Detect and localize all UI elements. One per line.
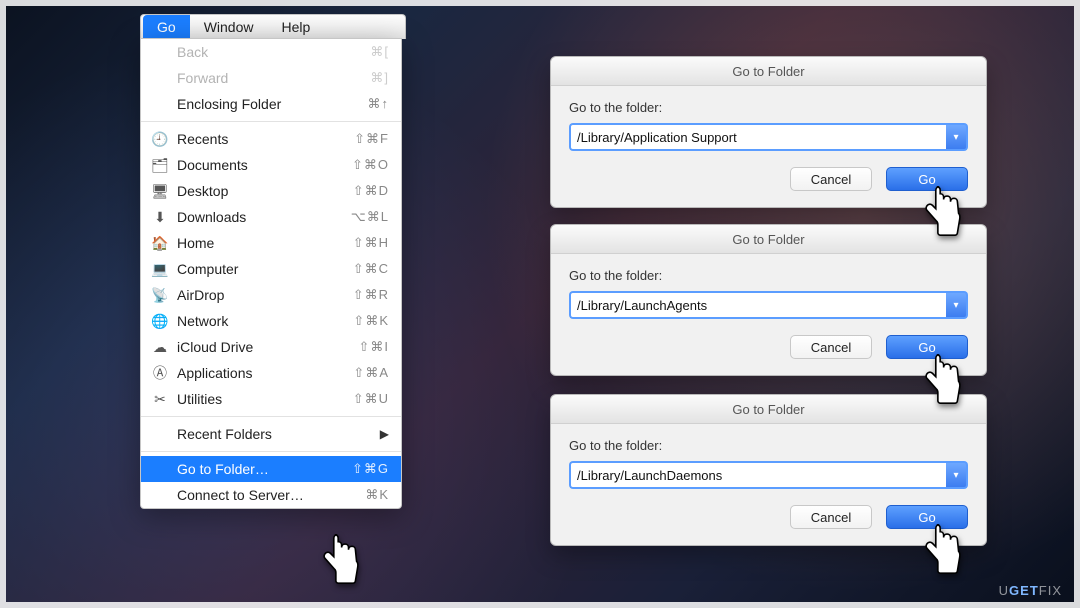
go-button[interactable]: Go — [886, 167, 968, 191]
applications-icon: Ⓐ — [151, 363, 169, 383]
folder-path-input[interactable] — [569, 123, 946, 151]
menu-item-home[interactable]: 🏠 Home⇧⌘H — [141, 230, 401, 256]
menu-shortcut: ⇧⌘I — [358, 339, 389, 355]
menu-shortcut: ⇧⌘U — [353, 391, 389, 407]
menu-item-icloud-drive[interactable]: ☁︎ iCloud Drive⇧⌘I — [141, 334, 401, 360]
menu-item-label: Home — [177, 235, 353, 251]
menubar-go[interactable]: Go — [143, 15, 190, 39]
dialog-prompt: Go to the folder: — [569, 100, 968, 115]
go-to-folder-dialog-3: Go to Folder Go to the folder: ▾ Cancel Go — [550, 394, 987, 546]
utilities-icon: ✂︎ — [151, 391, 169, 408]
dropdown-toggle-icon[interactable]: ▾ — [946, 461, 968, 489]
menu-item-utilities[interactable]: ✂︎ Utilities⇧⌘U — [141, 386, 401, 412]
menu-item-label: AirDrop — [177, 287, 353, 303]
menubar: Go Window Help — [140, 14, 406, 39]
menu-item-label: Back — [177, 44, 370, 60]
go-to-folder-dialog-2: Go to Folder Go to the folder: ▾ Cancel Go — [550, 224, 987, 376]
cancel-button[interactable]: Cancel — [790, 335, 872, 359]
menu-shortcut: ⇧⌘C — [353, 261, 389, 277]
menu-shortcut: ⇧⌘A — [353, 365, 389, 381]
menu-item-label: Downloads — [177, 209, 351, 225]
folder-path-input[interactable] — [569, 291, 946, 319]
menu-item-desktop[interactable]: 🖥 Desktop⇧⌘D — [141, 178, 401, 204]
menu-item-label: Network — [177, 313, 353, 329]
menu-item-go-to-folder[interactable]: Go to Folder…⇧⌘G — [141, 456, 401, 482]
dialog-title: Go to Folder — [551, 57, 986, 86]
go-button[interactable]: Go — [886, 335, 968, 359]
menu-shortcut: ⇧⌘G — [352, 461, 389, 477]
menu-item-connect-to-server[interactable]: Connect to Server…⌘K — [141, 482, 401, 508]
home-icon: 🏠 — [151, 235, 169, 252]
menu-shortcut: ⇧⌘F — [354, 131, 389, 147]
icloud-icon: ☁︎ — [151, 339, 169, 356]
menu-shortcut: ⇧⌘K — [353, 313, 389, 329]
menu-item-enclosing-folder[interactable]: Enclosing Folder⌘↑ — [141, 91, 401, 117]
go-to-folder-dialog-1: Go to Folder Go to the folder: ▾ Cancel Go — [550, 56, 987, 208]
menu-item-label: Forward — [177, 70, 370, 86]
menu-shortcut: ⇧⌘R — [353, 287, 389, 303]
menu-item-label: Desktop — [177, 183, 353, 199]
go-button[interactable]: Go — [886, 505, 968, 529]
menu-separator — [141, 416, 401, 417]
menu-item-documents[interactable]: 🗂 Documents⇧⌘O — [141, 152, 401, 178]
menu-shortcut: ⌘↑ — [368, 96, 390, 112]
menubar-help[interactable]: Help — [267, 15, 324, 39]
menu-separator — [141, 451, 401, 452]
menu-item-label: Go to Folder… — [177, 461, 352, 477]
menu-item-network[interactable]: 🌐 Network⇧⌘K — [141, 308, 401, 334]
menu-item-label: Recent Folders — [177, 426, 380, 442]
dialog-prompt: Go to the folder: — [569, 268, 968, 283]
cancel-button[interactable]: Cancel — [790, 505, 872, 529]
menu-item-label: Enclosing Folder — [177, 96, 368, 112]
menu-item-label: iCloud Drive — [177, 339, 358, 355]
dropdown-toggle-icon[interactable]: ▾ — [946, 291, 968, 319]
menu-item-label: Utilities — [177, 391, 353, 407]
menu-item-applications[interactable]: Ⓐ Applications⇧⌘A — [141, 360, 401, 386]
computer-icon: 💻 — [151, 261, 169, 278]
clock-icon: 🕘 — [151, 131, 169, 148]
menu-item-label: Applications — [177, 365, 353, 381]
go-menu-dropdown: Back⌘[Forward⌘]Enclosing Folder⌘↑🕘Recent… — [140, 38, 402, 509]
menu-item-computer[interactable]: 💻 Computer⇧⌘C — [141, 256, 401, 282]
menu-shortcut: ⇧⌘O — [352, 157, 389, 173]
menu-shortcut: ⌘K — [365, 487, 389, 503]
dialog-title: Go to Folder — [551, 225, 986, 254]
menu-item-label: Recents — [177, 131, 354, 147]
menu-item-label: Computer — [177, 261, 353, 277]
menu-item-recent-folders[interactable]: Recent Folders▶ — [141, 421, 401, 447]
documents-icon: 🗂 — [151, 157, 169, 174]
menu-shortcut: ⇧⌘D — [353, 183, 389, 199]
menu-shortcut: ⌥⌘L — [351, 209, 389, 225]
menu-item-label: Connect to Server… — [177, 487, 365, 503]
menu-shortcut: ⇧⌘H — [353, 235, 389, 251]
menu-item-back: Back⌘[ — [141, 39, 401, 65]
menu-shortcut: ⌘] — [370, 70, 389, 86]
menu-separator — [141, 121, 401, 122]
menu-shortcut: ⌘[ — [370, 44, 389, 60]
menu-item-downloads[interactable]: ⬇︎ Downloads⌥⌘L — [141, 204, 401, 230]
dialog-prompt: Go to the folder: — [569, 438, 968, 453]
menu-item-label: Documents — [177, 157, 352, 173]
menu-item-forward: Forward⌘] — [141, 65, 401, 91]
dialog-title: Go to Folder — [551, 395, 986, 424]
chevron-right-icon: ▶ — [380, 427, 389, 441]
folder-path-input[interactable] — [569, 461, 946, 489]
airdrop-icon: 📡 — [151, 287, 169, 304]
menu-item-recents[interactable]: 🕘 Recents⇧⌘F — [141, 126, 401, 152]
network-icon: 🌐 — [151, 313, 169, 330]
menubar-window[interactable]: Window — [190, 15, 268, 39]
cancel-button[interactable]: Cancel — [790, 167, 872, 191]
downloads-icon: ⬇︎ — [151, 209, 169, 226]
menu-item-airdrop[interactable]: 📡 AirDrop⇧⌘R — [141, 282, 401, 308]
watermark: UGETFIX — [999, 583, 1062, 598]
desktop-icon: 🖥 — [151, 183, 169, 200]
dropdown-toggle-icon[interactable]: ▾ — [946, 123, 968, 151]
